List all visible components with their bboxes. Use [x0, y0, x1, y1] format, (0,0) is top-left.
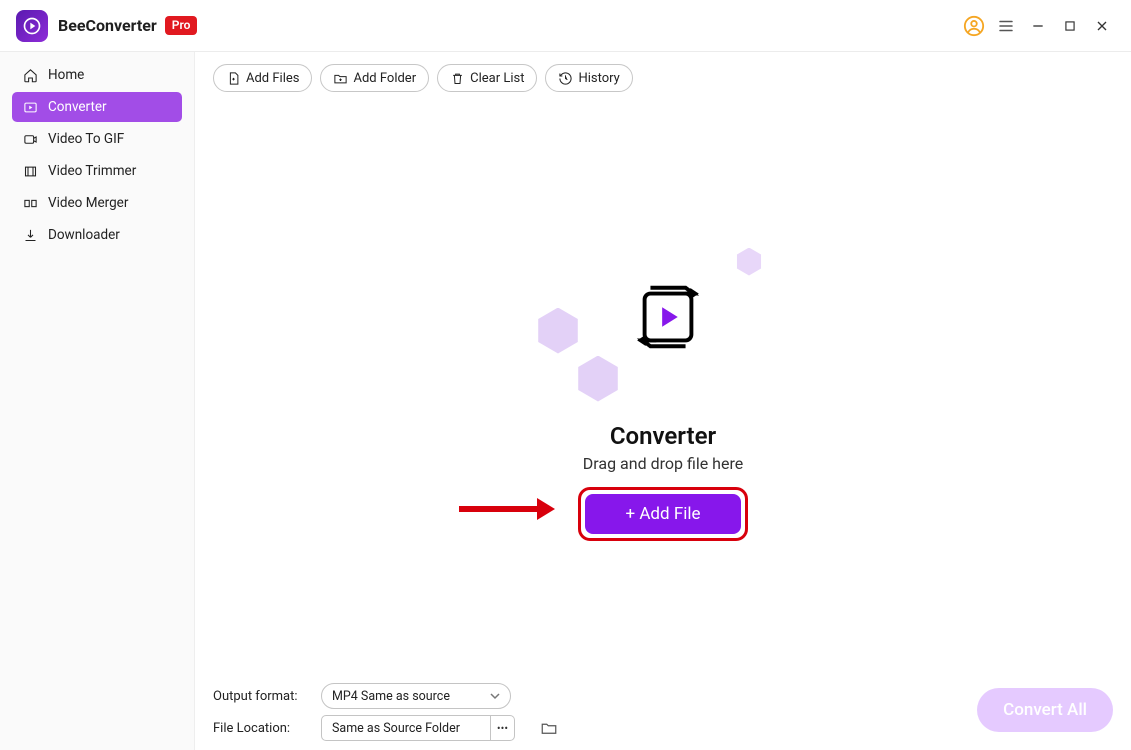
- button-label: Convert All: [1003, 700, 1087, 720]
- sidebar-item-label: Video To GIF: [48, 131, 124, 147]
- minimize-button[interactable]: [1023, 11, 1053, 41]
- sidebar-item-label: Video Trimmer: [48, 163, 136, 179]
- button-label: + Add File: [625, 504, 700, 524]
- video-icon: [22, 131, 38, 147]
- toolbar: Add Files Add Folder Clear List History: [195, 52, 1131, 104]
- button-label: Add Folder: [353, 71, 416, 86]
- history-icon: [558, 71, 573, 86]
- file-add-icon: [226, 71, 241, 86]
- folder-add-icon: [333, 71, 348, 86]
- button-label: Clear List: [470, 71, 524, 86]
- sidebar-item-home[interactable]: Home: [12, 60, 182, 90]
- app-logo: [16, 10, 48, 42]
- sidebar-item-label: Home: [48, 67, 84, 83]
- close-button[interactable]: [1087, 11, 1117, 41]
- output-format-label: Output format:: [213, 689, 307, 704]
- trash-icon: [450, 71, 465, 86]
- maximize-button[interactable]: [1055, 11, 1085, 41]
- close-icon: [1094, 18, 1110, 34]
- sidebar-item-video-merger[interactable]: Video Merger: [12, 188, 182, 218]
- play-frame-icon: [22, 99, 38, 115]
- drop-zone[interactable]: Converter Drag and drop file here + Add …: [195, 104, 1131, 672]
- drop-zone-subtitle: Drag and drop file here: [583, 454, 743, 473]
- sidebar-item-converter[interactable]: Converter: [12, 92, 182, 122]
- profile-button[interactable]: [959, 11, 989, 41]
- file-location-input[interactable]: Same as Source Folder: [321, 715, 491, 741]
- sidebar-item-video-trimmer[interactable]: Video Trimmer: [12, 156, 182, 186]
- clear-list-button[interactable]: Clear List: [437, 64, 537, 92]
- menu-icon: [997, 17, 1015, 35]
- open-folder-button[interactable]: [537, 716, 561, 740]
- add-files-button[interactable]: Add Files: [213, 64, 312, 92]
- sidebar-item-video-to-gif[interactable]: Video To GIF: [12, 124, 182, 154]
- annotation-highlight: + Add File: [578, 487, 747, 541]
- drop-zone-title: Converter: [610, 422, 716, 450]
- pro-badge: Pro: [165, 16, 198, 35]
- dropdown-value: MP4 Same as source: [332, 689, 450, 704]
- sidebar-item-label: Downloader: [48, 227, 120, 243]
- folder-icon: [540, 719, 558, 737]
- download-icon: [22, 227, 38, 243]
- chevron-down-icon: [490, 691, 500, 701]
- sidebar-item-label: Video Merger: [48, 195, 128, 211]
- annotation-arrow-icon: [451, 494, 561, 524]
- merge-icon: [22, 195, 38, 211]
- app-name: BeeConverter: [58, 16, 157, 35]
- convert-play-icon: [629, 278, 707, 356]
- sidebar-item-label: Converter: [48, 99, 107, 115]
- button-label: Add Files: [246, 71, 299, 86]
- output-format-dropdown[interactable]: MP4 Same as source: [321, 683, 511, 709]
- converter-illustration: [543, 236, 783, 416]
- convert-all-button[interactable]: Convert All: [977, 688, 1113, 732]
- home-icon: [22, 67, 38, 83]
- sidebar-item-downloader[interactable]: Downloader: [12, 220, 182, 250]
- input-value: Same as Source Folder: [332, 721, 460, 736]
- titlebar: BeeConverter Pro: [0, 0, 1131, 52]
- file-location-label: File Location:: [213, 721, 307, 736]
- add-file-button[interactable]: + Add File: [585, 494, 740, 534]
- user-circle-icon: [963, 15, 985, 37]
- add-folder-button[interactable]: Add Folder: [320, 64, 429, 92]
- sidebar: Home Converter Video To GIF Video Trimme…: [0, 52, 195, 750]
- file-location-more-button[interactable]: •••: [491, 715, 515, 741]
- history-button[interactable]: History: [545, 64, 632, 92]
- minimize-icon: [1030, 18, 1046, 34]
- trim-icon: [22, 163, 38, 179]
- button-label: History: [578, 71, 619, 86]
- menu-button[interactable]: [991, 11, 1021, 41]
- main-panel: Add Files Add Folder Clear List History: [195, 52, 1131, 750]
- maximize-icon: [1063, 19, 1077, 33]
